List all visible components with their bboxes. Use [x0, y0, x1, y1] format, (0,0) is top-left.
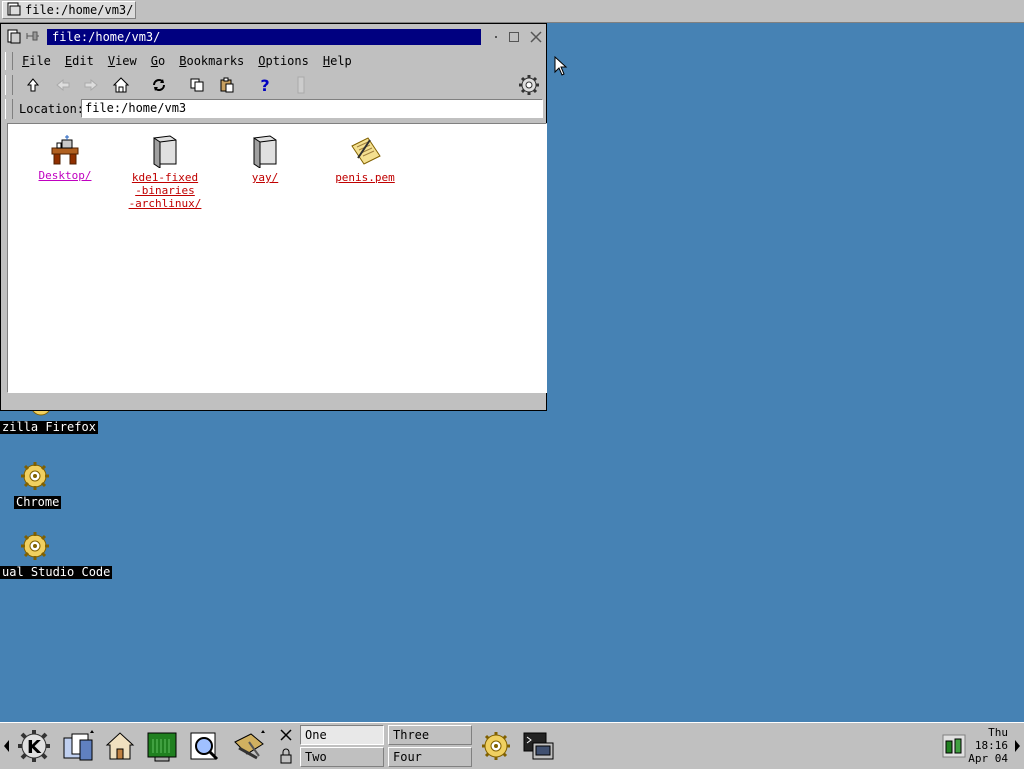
home-folder-icon[interactable]: [100, 726, 140, 766]
file-item-yay[interactable]: yay/: [220, 134, 310, 184]
menu-file[interactable]: File: [15, 52, 58, 70]
desktop-icon-vscode[interactable]: ual Studio Code: [0, 530, 113, 579]
file-view[interactable]: Desktop/ kde1-fixed -binaries -archlinux…: [7, 123, 547, 393]
file-name[interactable]: Desktop/: [20, 169, 110, 182]
status-bar: [5, 393, 542, 407]
location-input[interactable]: file:/home/vm3: [81, 99, 543, 118]
menu-help[interactable]: Help: [316, 52, 359, 70]
panel-hide-right-icon[interactable]: [1012, 726, 1022, 766]
location-label: Location:: [19, 102, 85, 116]
taskbar-window-title: file:/home/vm3/: [25, 3, 134, 17]
gear-icon: [0, 530, 92, 565]
file-manager-icon: [7, 2, 21, 19]
desktop-two-button[interactable]: Two: [300, 747, 384, 767]
locationbar-handle[interactable]: [5, 99, 13, 119]
resize-grip[interactable]: [531, 395, 545, 409]
toolbar: ?: [5, 73, 542, 97]
file-name[interactable]: penis.pem: [320, 171, 410, 184]
window-titlebar[interactable]: file:/home/vm3/: [3, 26, 544, 48]
konsole-icon[interactable]: [518, 726, 558, 766]
up-icon[interactable]: [23, 75, 43, 95]
file-name-line[interactable]: -archlinux/: [120, 197, 210, 210]
search-icon[interactable]: [184, 726, 224, 766]
menu-bar: File Edit View Go Bookmarks Options Help: [5, 51, 542, 71]
document-icon: [320, 134, 410, 171]
gear-icon: [14, 460, 56, 495]
file-name-line[interactable]: -binaries: [120, 184, 210, 197]
reload-icon[interactable]: [149, 75, 169, 95]
desktop-icon-label: Chrome: [14, 495, 62, 509]
mouse-cursor-icon: [554, 55, 568, 79]
file-item-kde1[interactable]: kde1-fixed -binaries -archlinux/: [120, 134, 210, 210]
desk-icon: [20, 134, 110, 169]
lock-icon[interactable]: [276, 747, 296, 765]
copy-icon[interactable]: [187, 75, 207, 95]
toolbar-handle[interactable]: [5, 75, 13, 95]
k-menu-button[interactable]: K: [14, 726, 54, 766]
clock-time: 18:16: [974, 739, 1008, 752]
desktop-icon-label: zilla Firefox: [0, 420, 98, 434]
top-taskbar: file:/home/vm3/: [0, 0, 1024, 23]
stop-icon: [291, 75, 311, 95]
desktop-one-button[interactable]: One: [300, 725, 384, 745]
maximize-icon[interactable]: [507, 30, 521, 44]
folder-icon: [120, 134, 210, 171]
desktop-four-button[interactable]: Four: [388, 747, 472, 767]
menu-options[interactable]: Options: [251, 52, 316, 70]
terminal-icon[interactable]: [142, 726, 182, 766]
file-item-penis-pem[interactable]: penis.pem: [320, 134, 410, 184]
settings-gear-icon[interactable]: [517, 73, 541, 97]
tools-icon[interactable]: [226, 726, 270, 766]
bottom-panel: K One Two Three Four Thu 18:16 Apr 04: [0, 722, 1024, 769]
panel-hide-left-icon[interactable]: [2, 726, 12, 766]
taskbar-window-button[interactable]: file:/home/vm3/: [2, 1, 136, 19]
clock-date: Apr 04: [968, 752, 1008, 765]
close-icon[interactable]: [529, 30, 543, 44]
menu-view[interactable]: View: [101, 52, 144, 70]
desktop-icon-label: ual Studio Code: [0, 565, 113, 579]
clock-day: Thu: [988, 726, 1008, 739]
help-icon[interactable]: ?: [255, 75, 275, 95]
back-icon: [53, 75, 73, 95]
close-window-icon[interactable]: [276, 726, 296, 744]
forward-icon: [81, 75, 101, 95]
window-menu-icon[interactable]: [7, 29, 21, 48]
file-manager-window: file:/home/vm3/ File Edit View Go Bookma…: [0, 23, 547, 411]
gear-icon[interactable]: [476, 726, 516, 766]
file-name-line[interactable]: kde1-fixed: [120, 171, 210, 184]
menu-go[interactable]: Go: [144, 52, 172, 70]
folder-icon: [220, 134, 310, 171]
clock[interactable]: Thu 18:16 Apr 04: [968, 726, 1008, 765]
window-list-icon[interactable]: [58, 726, 98, 766]
desktop-icon-chrome[interactable]: Chrome: [14, 460, 62, 509]
network-monitor-icon[interactable]: [940, 726, 968, 766]
location-bar: Location: file:/home/vm3: [5, 98, 543, 120]
desktop-three-button[interactable]: Three: [388, 725, 472, 745]
minimize-icon[interactable]: [489, 30, 503, 44]
menu-edit[interactable]: Edit: [58, 52, 101, 70]
window-title: file:/home/vm3/: [47, 29, 481, 45]
pin-icon[interactable]: [25, 29, 41, 46]
file-name[interactable]: yay/: [220, 171, 310, 184]
svg-text:K: K: [27, 737, 42, 758]
file-item-desktop[interactable]: Desktop/: [20, 134, 110, 182]
paste-icon[interactable]: [217, 75, 237, 95]
menubar-handle[interactable]: [5, 52, 13, 70]
home-icon[interactable]: [111, 75, 131, 95]
menu-bookmarks[interactable]: Bookmarks: [172, 52, 251, 70]
